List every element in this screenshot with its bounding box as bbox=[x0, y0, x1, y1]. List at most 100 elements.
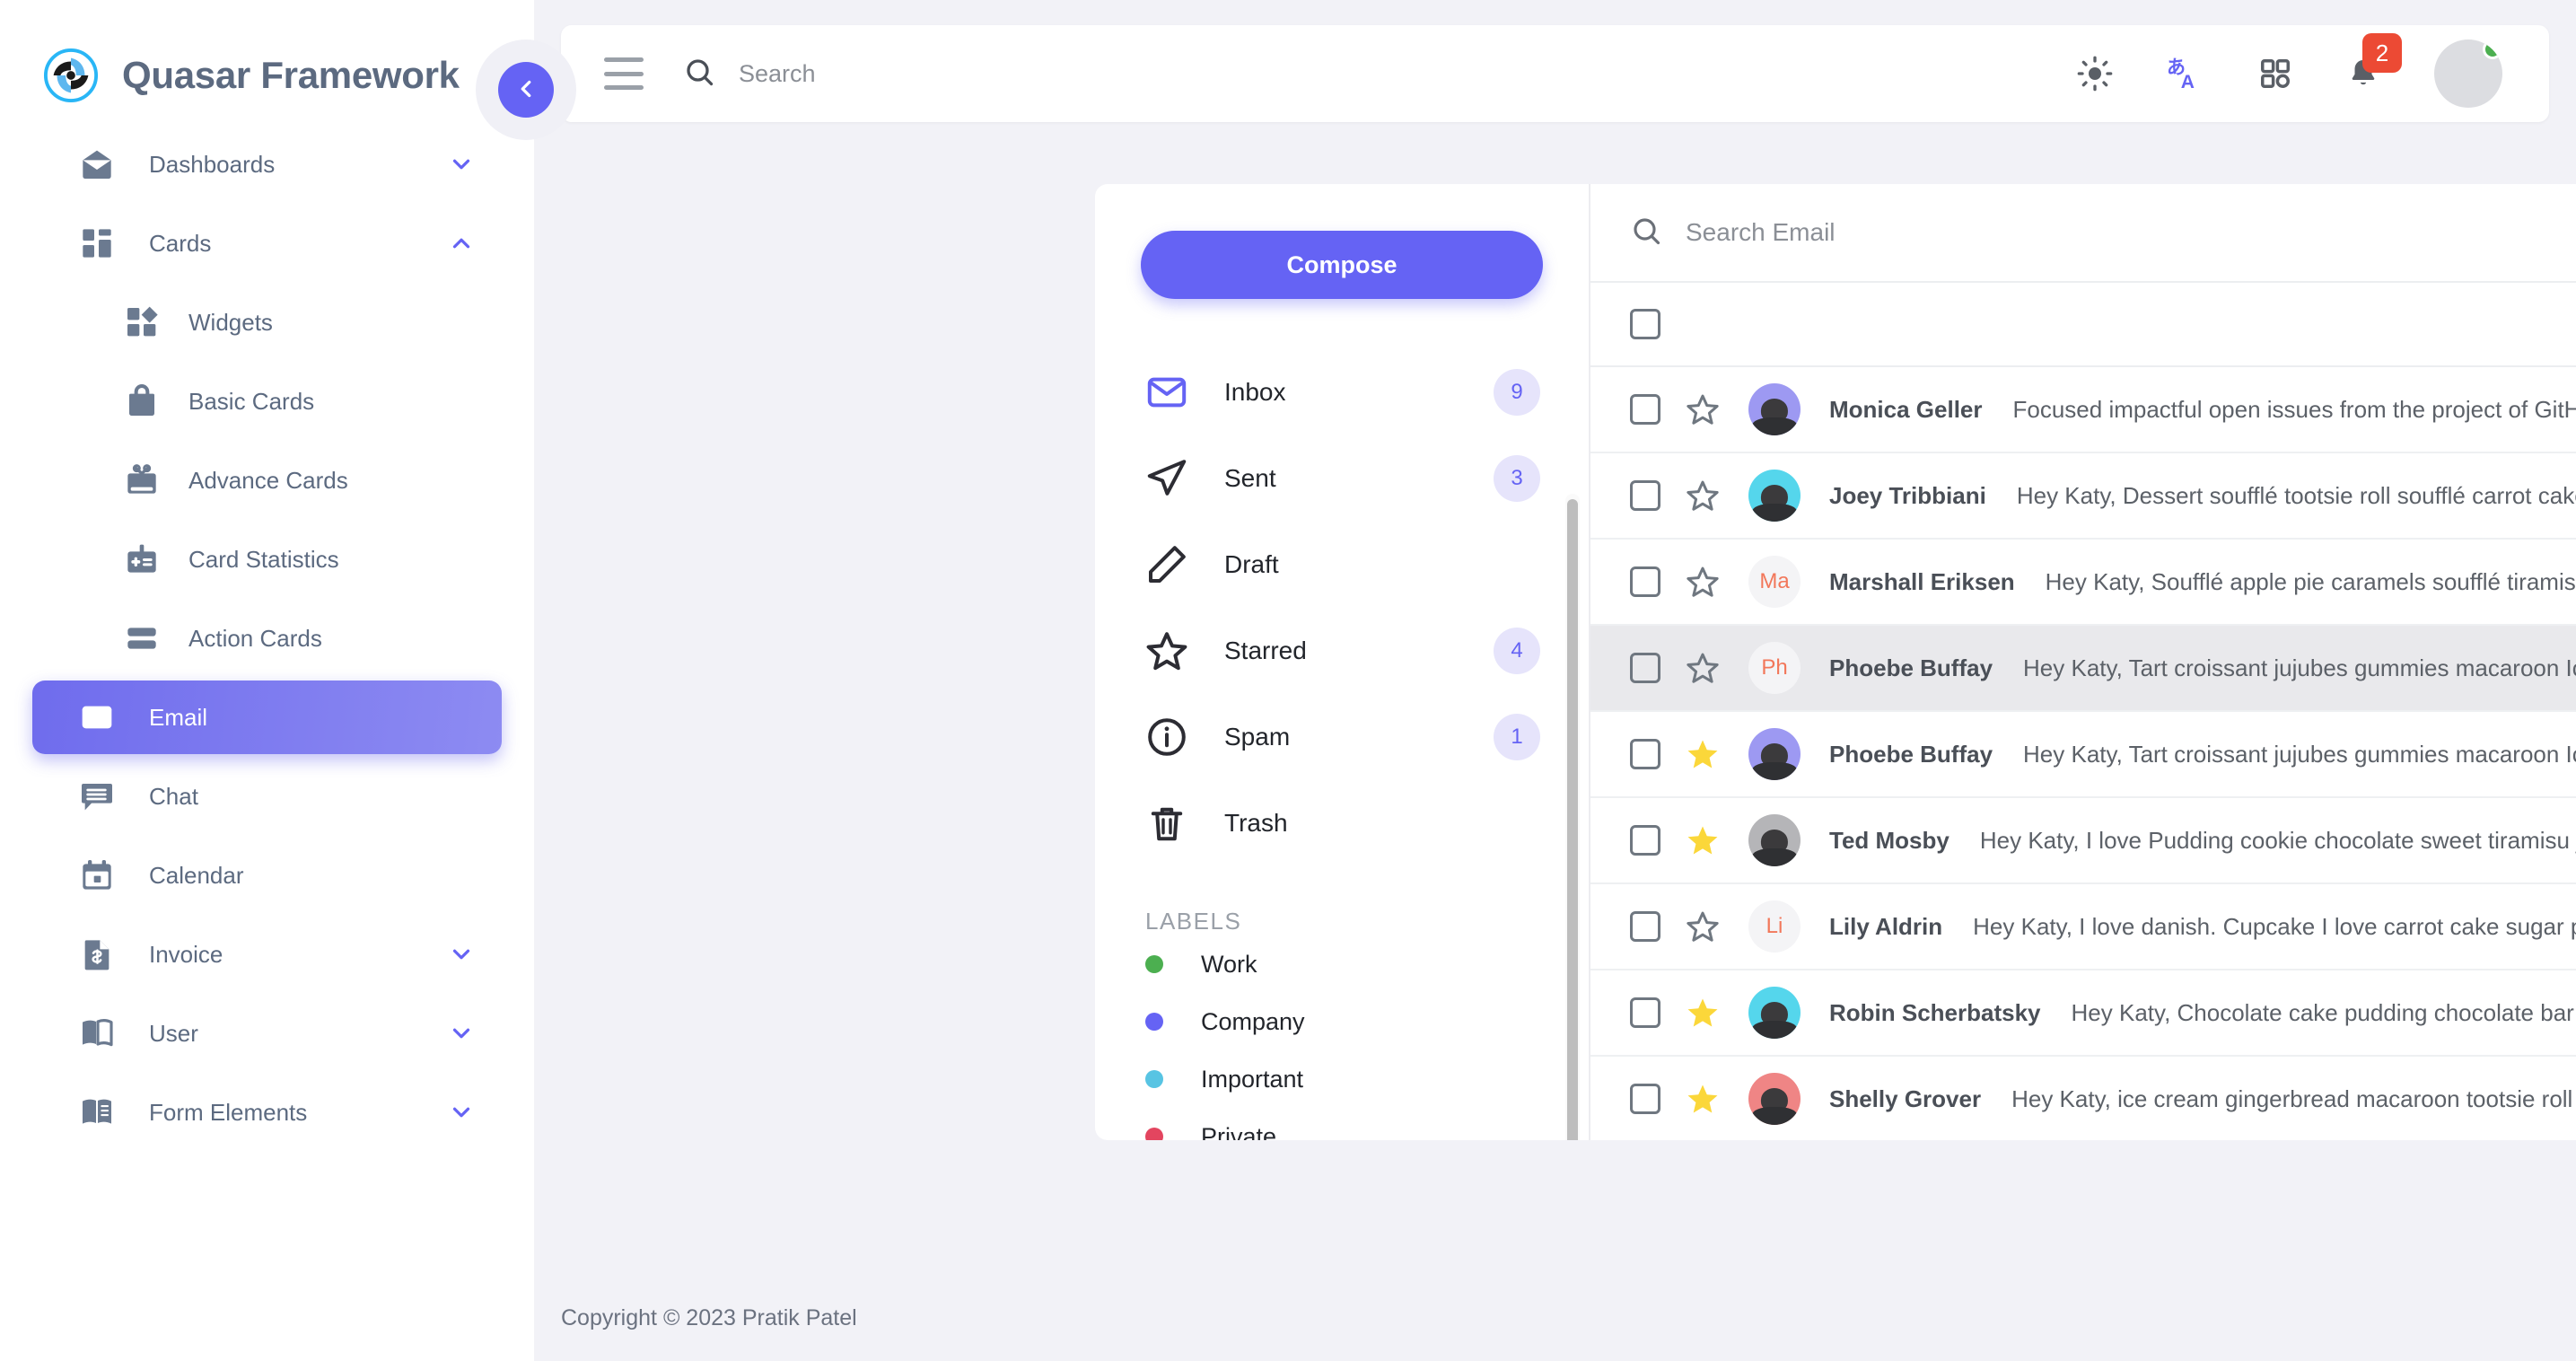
email-folder-list: Inbox9Sent3DraftStarred4Spam1Trash bbox=[1095, 349, 1589, 866]
global-search[interactable]: Search bbox=[683, 56, 2077, 92]
app-sidebar: Quasar Framework DashboardsCardsWidgetsB… bbox=[0, 0, 534, 1361]
svg-text:A: A bbox=[2181, 72, 2195, 92]
chevron-down-icon[interactable] bbox=[448, 1099, 475, 1126]
avatar bbox=[1748, 470, 1801, 522]
email-folder-starred[interactable]: Starred4 bbox=[1145, 608, 1589, 694]
sidebar-item-cards[interactable]: Cards bbox=[32, 206, 502, 280]
translate-icon[interactable]: あA bbox=[2167, 55, 2204, 92]
email-subject: Focused impactful open issues from the p… bbox=[2013, 396, 2576, 424]
email-search-bar[interactable]: Search Email bbox=[1590, 184, 2576, 283]
row-checkbox[interactable] bbox=[1630, 480, 1660, 511]
email-sender: Lily Aldrin bbox=[1829, 913, 1942, 941]
avatar-initials: Ma bbox=[1759, 569, 1789, 594]
apps-grid-icon[interactable] bbox=[2258, 57, 2292, 91]
email-sender: Marshall Eriksen bbox=[1829, 568, 2015, 596]
sidebar-item-dashboards[interactable]: Dashboards bbox=[32, 127, 502, 201]
sidebar-collapse-button[interactable] bbox=[498, 62, 554, 118]
email-label-list: Work Company ImportantPrivate bbox=[1095, 935, 1589, 1140]
sidebar-item-basic-cards[interactable]: Basic Cards bbox=[32, 364, 502, 438]
chevron-down-icon[interactable] bbox=[448, 1020, 475, 1047]
star-icon[interactable] bbox=[1686, 392, 1720, 426]
email-label-company[interactable]: Company bbox=[1095, 993, 1589, 1050]
star-icon[interactable] bbox=[1686, 996, 1720, 1030]
email-label-name: Work bbox=[1201, 951, 1257, 979]
email-folder-count: 9 bbox=[1494, 369, 1540, 416]
brand-title: Quasar Framework bbox=[122, 54, 460, 97]
email-sender: Monica Geller bbox=[1829, 396, 1983, 424]
label-color-dot bbox=[1145, 1070, 1163, 1088]
email-label-private[interactable]: Private bbox=[1095, 1108, 1589, 1140]
row-checkbox[interactable] bbox=[1630, 394, 1660, 425]
email-label-name: Company bbox=[1201, 1008, 1305, 1036]
sidebar-item-chat[interactable]: Chat bbox=[32, 760, 502, 833]
avatar bbox=[1748, 987, 1801, 1039]
sidebar-item-action-cards[interactable]: Action Cards bbox=[32, 601, 502, 675]
email-row[interactable]: Monica Geller Focused impactful open issu… bbox=[1590, 367, 2576, 453]
email-row[interactable]: Phoebe BuffayHey Katy, Tart croissant ju… bbox=[1590, 712, 2576, 798]
star-icon[interactable] bbox=[1686, 737, 1720, 771]
sidebar-item-calendar[interactable]: Calendar bbox=[32, 839, 502, 912]
hamburger-icon[interactable] bbox=[604, 57, 644, 90]
email-row[interactable]: LiLily AldrinHey Katy, I love danish. Cu… bbox=[1590, 884, 2576, 970]
sidebar-item-email[interactable]: Email bbox=[32, 680, 502, 754]
email-folder-trash[interactable]: Trash bbox=[1145, 780, 1589, 866]
email-label-important[interactable]: Important bbox=[1095, 1050, 1589, 1108]
email-row[interactable]: PhPhoebe BuffayHey Katy, Tart croissant … bbox=[1590, 626, 2576, 712]
email-folder-spam[interactable]: Spam1 bbox=[1145, 694, 1589, 780]
email-row[interactable]: Joey TribbianiHey Katy, Dessert soufflé … bbox=[1590, 453, 2576, 540]
bell-icon[interactable]: 2 bbox=[2346, 57, 2380, 91]
sidebar-item-invoice[interactable]: Invoice bbox=[32, 918, 502, 991]
select-all-checkbox[interactable] bbox=[1630, 309, 1660, 339]
email-sidebar-scrollbar[interactable] bbox=[1565, 494, 1580, 1140]
email-folder-count: 1 bbox=[1494, 714, 1540, 760]
invoice-icon bbox=[77, 935, 117, 974]
email-row[interactable]: Ted MosbyHey Katy, I love Pudding cookie… bbox=[1590, 798, 2576, 884]
sidebar-item-card-statistics[interactable]: Card Statistics bbox=[32, 522, 502, 596]
email-folder-sent[interactable]: Sent3 bbox=[1145, 435, 1589, 522]
email-sender: Ted Mosby bbox=[1829, 827, 1950, 855]
chevron-down-icon[interactable] bbox=[448, 941, 475, 968]
email-folder-draft[interactable]: Draft bbox=[1145, 522, 1589, 608]
row-checkbox[interactable] bbox=[1630, 997, 1660, 1028]
row-checkbox[interactable] bbox=[1630, 739, 1660, 769]
sidebar-item-user[interactable]: User bbox=[32, 997, 502, 1070]
star-icon[interactable] bbox=[1686, 1082, 1720, 1116]
row-checkbox[interactable] bbox=[1630, 1084, 1660, 1114]
star-icon[interactable] bbox=[1686, 479, 1720, 513]
avatar bbox=[1748, 814, 1801, 866]
row-checkbox[interactable] bbox=[1630, 911, 1660, 942]
email-folder-inbox[interactable]: Inbox9 bbox=[1145, 349, 1589, 435]
email-row[interactable]: MaMarshall EriksenHey Katy, Soufflé appl… bbox=[1590, 540, 2576, 626]
compose-button[interactable]: Compose bbox=[1141, 231, 1543, 299]
star-icon[interactable] bbox=[1686, 909, 1720, 944]
email-row[interactable]: Robin ScherbatskyHey Katy, Chocolate cak… bbox=[1590, 970, 2576, 1057]
row-checkbox[interactable] bbox=[1630, 825, 1660, 856]
email-subject: Hey Katy, Tart croissant jujubes gummies… bbox=[2023, 741, 2576, 768]
star-icon[interactable] bbox=[1686, 823, 1720, 857]
avatar-initials: Ph bbox=[1761, 655, 1787, 680]
star-icon[interactable] bbox=[1686, 565, 1720, 599]
email-subject: Hey Katy, Tart croissant jujubes gummies… bbox=[2023, 654, 2576, 682]
email-sender: Joey Tribbiani bbox=[1829, 482, 1986, 510]
brightness-icon[interactable] bbox=[2077, 56, 2113, 92]
sidebar-nav: DashboardsCardsWidgetsBasic CardsAdvance… bbox=[0, 127, 534, 1149]
sidebar-item-form-elements[interactable]: Form Elements bbox=[32, 1076, 502, 1149]
sidebar-item-label: User bbox=[149, 1020, 198, 1048]
chevron-down-icon[interactable] bbox=[448, 151, 475, 178]
email-folder-label: Spam bbox=[1224, 723, 1494, 751]
widgets-icon bbox=[122, 303, 162, 342]
email-subject: Hey Katy, ice cream gingerbread macaroon… bbox=[2011, 1085, 2576, 1113]
email-label-work[interactable]: Work bbox=[1095, 935, 1589, 993]
user-avatar[interactable] bbox=[2434, 40, 2502, 108]
star-icon[interactable] bbox=[1686, 651, 1720, 685]
row-checkbox[interactable] bbox=[1630, 566, 1660, 597]
chevron-up-icon[interactable] bbox=[448, 230, 475, 257]
email-row[interactable]: Shelly GroverHey Katy, ice cream gingerb… bbox=[1590, 1057, 2576, 1140]
sidebar-item-widgets[interactable]: Widgets bbox=[32, 285, 502, 359]
send-icon bbox=[1145, 457, 1188, 500]
sidebar-item-advance-cards[interactable]: Advance Cards bbox=[32, 443, 502, 517]
label-color-dot bbox=[1145, 1128, 1163, 1140]
email-folder-label: Trash bbox=[1224, 809, 1540, 838]
email-folder-count: 3 bbox=[1494, 455, 1540, 502]
row-checkbox[interactable] bbox=[1630, 653, 1660, 683]
